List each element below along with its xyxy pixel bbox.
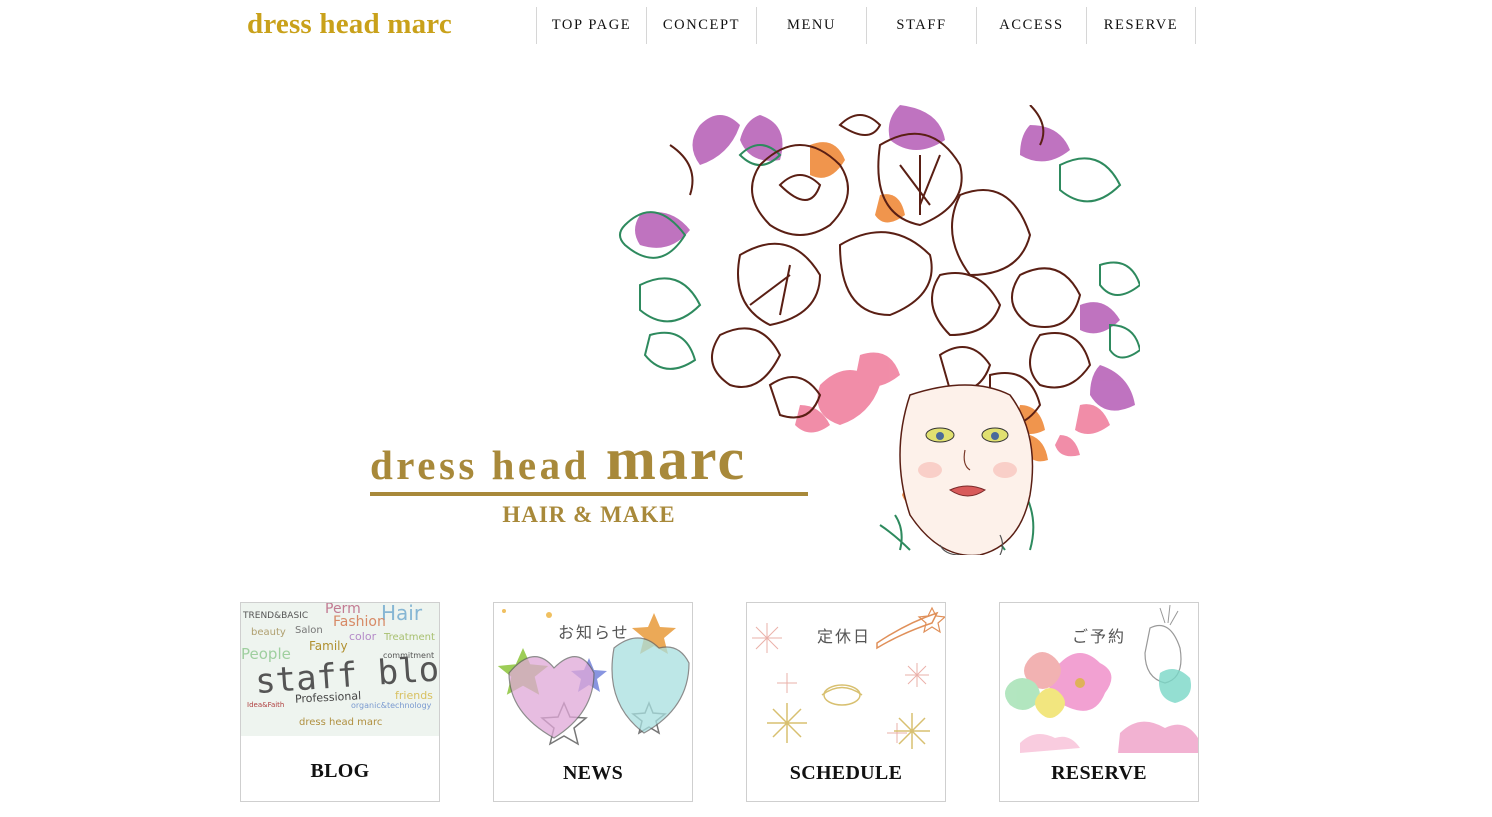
card-schedule[interactable]: 定休日 SCHEDULE [746, 602, 946, 802]
site-header: dress head marc TOP PAGE CONCEPT MENU ST… [0, 0, 1492, 56]
blog-word: color [349, 630, 377, 643]
blog-word: dress head marc [299, 717, 383, 728]
card-reserve[interactable]: ご予約 RESERVE [999, 602, 1199, 802]
blog-card-image: TREND&BASIC Perm Hair beauty Salon Fashi… [241, 603, 439, 736]
card-blog[interactable]: TREND&BASIC Perm Hair beauty Salon Fashi… [240, 602, 440, 802]
nav-access[interactable]: ACCESS [976, 7, 1086, 44]
hero-banner: dress head marc HAIR & MAKE [340, 105, 1140, 555]
main-nav: TOP PAGE CONCEPT MENU STAFF ACCESS RESER… [536, 7, 1196, 44]
blog-word: Treatment [384, 632, 435, 643]
brand-small-text: dress head [370, 442, 590, 488]
hero-brand: dress head marc HAIR & MAKE [370, 425, 810, 528]
blog-word: Idea&Faith [247, 701, 285, 709]
schedule-card-title: 定休日 [817, 627, 872, 646]
news-card-title: お知らせ [558, 623, 630, 642]
card-schedule-label: SCHEDULE [789, 762, 903, 784]
nav-top-page[interactable]: TOP PAGE [536, 7, 646, 44]
card-news[interactable]: お知らせ NEWS [493, 602, 693, 802]
schedule-card-image: 定休日 [747, 603, 945, 753]
nav-menu[interactable]: MENU [756, 7, 866, 44]
card-news-label: NEWS [562, 762, 624, 784]
brand-subtitle: HAIR & MAKE [502, 502, 676, 527]
card-reserve-label: RESERVE [1051, 762, 1147, 784]
nav-concept[interactable]: CONCEPT [646, 7, 756, 44]
blog-word: organic&technology [351, 701, 432, 710]
blog-word: Salon [295, 625, 323, 636]
reserve-card-image: ご予約 [1000, 603, 1198, 753]
brand-wordmark: dress head marc [370, 425, 810, 494]
card-blog-label: BLOG [310, 760, 370, 782]
feature-cards: TREND&BASIC Perm Hair beauty Salon Fashi… [240, 602, 1199, 802]
nav-reserve[interactable]: RESERVE [1086, 7, 1196, 44]
blog-word: Fashion [333, 614, 386, 630]
nav-staff[interactable]: STAFF [866, 7, 976, 44]
brand-big-text: marc [605, 426, 747, 492]
blog-word: Hair [381, 603, 423, 625]
blog-word: TREND&BASIC [243, 611, 309, 621]
blog-word: Family [309, 639, 348, 653]
reserve-card-title: ご予約 [1072, 627, 1127, 646]
site-logo[interactable]: dress head marc [247, 8, 452, 41]
blog-word: beauty [251, 627, 286, 638]
news-card-image: お知らせ [494, 603, 692, 753]
